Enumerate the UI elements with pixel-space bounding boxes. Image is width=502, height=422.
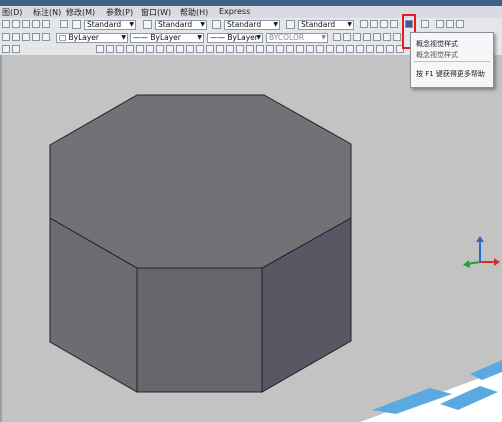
ucs-axis-icon [463, 236, 500, 268]
prism-front-face [136, 267, 263, 393]
tooltip-popup: 概念视觉样式 概念视觉样式 按 F1 键获得更多帮助 [410, 32, 494, 88]
corner-overlay-artifact [360, 360, 502, 422]
tooltip-subtitle: 概念视觉样式 [416, 51, 458, 59]
tooltip-divider [414, 61, 490, 62]
prism-top-face [49, 94, 352, 269]
tooltip-help: 按 F1 键获得更多帮助 [416, 70, 485, 78]
tooltip-title: 概念视觉样式 [416, 40, 458, 48]
